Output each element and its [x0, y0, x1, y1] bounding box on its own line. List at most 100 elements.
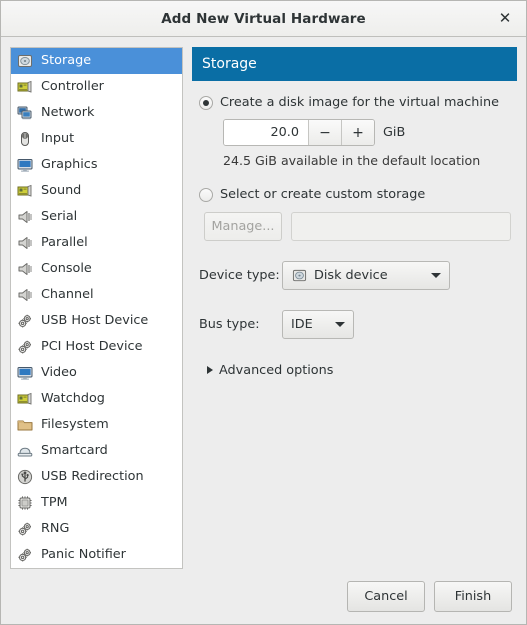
soundcard-icon — [16, 183, 33, 200]
chip-icon — [16, 495, 33, 512]
sidebar-item-sound[interactable]: Sound — [11, 178, 182, 204]
sidebar-item-label: Smartcard — [41, 442, 108, 458]
disk-size-spinner[interactable]: 20.0 − + — [223, 119, 375, 147]
manage-button[interactable]: Manage... — [204, 211, 282, 241]
bus-type-value: IDE — [291, 316, 313, 332]
sidebar-item-label: Watchdog — [41, 390, 105, 406]
disk-size-increment-button[interactable]: + — [341, 120, 374, 146]
sidebar-item-parallel[interactable]: Parallel — [11, 230, 182, 256]
sidebar-item-label: Channel — [41, 286, 94, 302]
sidebar-item-label: RNG — [41, 520, 70, 536]
sidebar-item-tpm[interactable]: TPM — [11, 490, 182, 516]
speaker-icon — [16, 235, 33, 252]
sidebar-item-usb-host-device[interactable]: USB Host Device — [11, 308, 182, 334]
dialog-body: Storage Controller Network Input Graphics Sou… — [1, 37, 526, 569]
sidebar-item-channel[interactable]: Channel — [11, 282, 182, 308]
finish-button[interactable]: Finish — [434, 580, 512, 612]
hardware-category-list[interactable]: Storage Controller Network Input Graphics Sou… — [10, 47, 183, 569]
sidebar-item-label: Panic Notifier — [41, 546, 126, 562]
sidebar-item-label: USB Host Device — [41, 312, 149, 328]
disk-size-unit-label: GiB — [383, 125, 406, 141]
sidebar-item-label: Input — [41, 130, 75, 146]
storage-path-input[interactable] — [291, 211, 511, 241]
sidebar-item-input[interactable]: Input — [11, 126, 182, 152]
sidebar-item-smartcard[interactable]: Smartcard — [11, 438, 182, 464]
cancel-button[interactable]: Cancel — [347, 580, 425, 612]
sidebar-item-filesystem[interactable]: Filesystem — [11, 412, 182, 438]
create-disk-radio[interactable] — [199, 95, 213, 110]
speaker-icon — [16, 209, 33, 226]
sidebar-item-storage[interactable]: Storage — [11, 48, 182, 74]
controller-icon — [16, 79, 33, 96]
custom-storage-radio[interactable] — [199, 188, 213, 203]
gears-icon — [16, 547, 33, 564]
chevron-down-icon — [431, 272, 441, 278]
disk-icon — [16, 53, 33, 70]
gears-icon — [16, 339, 33, 356]
display-icon — [16, 157, 33, 174]
usb-icon — [16, 469, 33, 486]
sidebar-item-network[interactable]: Network — [11, 100, 182, 126]
page-title: Add New Virtual Hardware — [161, 10, 366, 27]
sidebar-item-label: Network — [41, 104, 95, 120]
network-icon — [16, 105, 33, 122]
sidebar-item-label: Graphics — [41, 156, 98, 172]
gears-icon — [16, 313, 33, 330]
bus-type-label: Bus type: — [199, 316, 260, 332]
advanced-options-expander[interactable]: Advanced options — [207, 363, 511, 378]
sidebar-item-pci-host-device[interactable]: PCI Host Device — [11, 334, 182, 360]
sidebar-item-label: TPM — [41, 494, 68, 510]
device-type-row: Device type: Disk device — [199, 260, 511, 290]
disk-size-row: 20.0 − + GiB — [223, 119, 511, 147]
sidebar-item-label: Sound — [41, 182, 82, 198]
speaker-icon — [16, 261, 33, 278]
sidebar-item-video[interactable]: Video — [11, 360, 182, 386]
dialog-footer: Cancel Finish — [1, 568, 526, 624]
sidebar-item-watchdog[interactable]: Watchdog — [11, 386, 182, 412]
close-icon[interactable]: ✕ — [494, 8, 516, 30]
device-type-label: Device type: — [199, 267, 280, 283]
display-icon — [16, 365, 33, 382]
sidebar-item-graphics[interactable]: Graphics — [11, 152, 182, 178]
custom-storage-row: Manage... — [204, 211, 511, 241]
pane-header: Storage — [192, 47, 517, 81]
bus-type-row: Bus type: IDE — [199, 309, 511, 339]
sidebar-item-console[interactable]: Console — [11, 256, 182, 282]
create-disk-radio-row[interactable]: Create a disk image for the virtual mach… — [199, 95, 511, 110]
device-type-value: Disk device — [314, 267, 388, 283]
sidebar-item-label: Filesystem — [41, 416, 109, 432]
smartcard-icon — [16, 443, 33, 460]
sidebar-item-label: Console — [41, 260, 92, 276]
title-bar: Add New Virtual Hardware ✕ — [1, 1, 526, 37]
create-disk-label: Create a disk image for the virtual mach… — [220, 95, 499, 110]
bus-type-dropdown[interactable]: IDE — [282, 309, 354, 339]
add-hardware-dialog: Add New Virtual Hardware ✕ Storage Contro… — [0, 0, 527, 625]
custom-storage-radio-row[interactable]: Select or create custom storage — [199, 187, 511, 202]
disk-size-input[interactable]: 20.0 — [224, 120, 308, 146]
custom-storage-label: Select or create custom storage — [220, 187, 426, 203]
sidebar-item-serial[interactable]: Serial — [11, 204, 182, 230]
advanced-options-label: Advanced options — [219, 362, 334, 378]
sidebar-item-rng[interactable]: RNG — [11, 516, 182, 542]
sidebar-item-label: Controller — [41, 78, 104, 94]
controller-icon — [16, 391, 33, 408]
sidebar-item-label: USB Redirection — [41, 468, 144, 484]
sidebar-item-label: Video — [41, 364, 77, 380]
sidebar-item-label: Storage — [41, 52, 92, 68]
sidebar-item-label: PCI Host Device — [41, 338, 143, 354]
sidebar-item-usb-redirection[interactable]: USB Redirection — [11, 464, 182, 490]
gears-icon — [16, 521, 33, 538]
disk-size-decrement-button[interactable]: − — [308, 120, 341, 146]
folder-icon — [16, 417, 33, 434]
pane-body: Create a disk image for the virtual mach… — [192, 81, 517, 378]
device-type-dropdown[interactable]: Disk device — [282, 260, 450, 290]
chevron-down-icon — [335, 321, 345, 327]
disk-icon — [291, 267, 307, 283]
mouse-icon — [16, 131, 33, 148]
sidebar-item-panic-notifier[interactable]: Panic Notifier — [11, 542, 182, 568]
available-space-note: 24.5 GiB available in the default locati… — [223, 153, 481, 169]
detail-pane: Storage Create a disk image for the virt… — [192, 47, 517, 568]
sidebar-item-controller[interactable]: Controller — [11, 74, 182, 100]
triangle-right-icon — [207, 366, 213, 375]
sidebar-item-label: Parallel — [41, 234, 88, 250]
